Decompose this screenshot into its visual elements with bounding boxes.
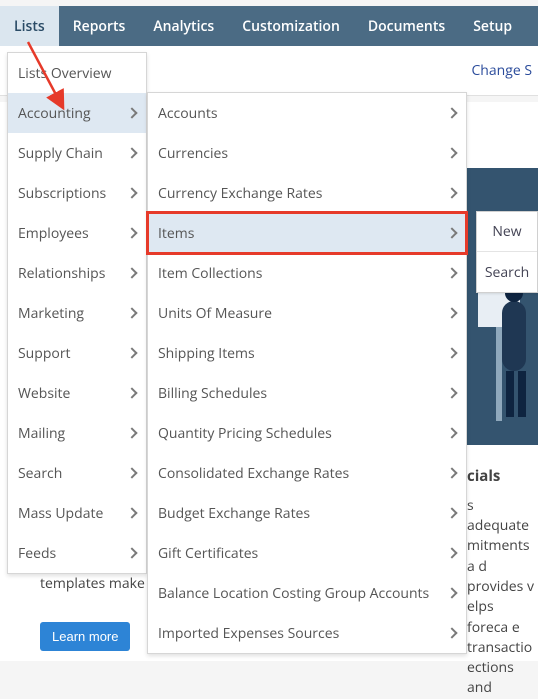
menu-item-label: Imported Expenses Sources (158, 624, 339, 643)
change-link[interactable]: Change S (471, 61, 532, 80)
chevron-right-icon (126, 467, 137, 478)
side-search[interactable]: Search (477, 252, 537, 292)
submenu-balance-location-costing[interactable]: Balance Location Costing Group Accounts (148, 573, 466, 613)
menu-item-label: Accounts (158, 104, 218, 123)
nav-lists[interactable]: Lists (0, 6, 59, 46)
chevron-right-icon (126, 387, 137, 398)
chevron-right-icon (126, 147, 137, 158)
chevron-right-icon (126, 547, 137, 558)
submenu-billing-schedules[interactable]: Billing Schedules (148, 373, 466, 413)
submenu-item-collections[interactable]: Item Collections (148, 253, 466, 293)
menu-item-label: Billing Schedules (158, 384, 267, 403)
menu-item-label: Gift Certificates (158, 544, 258, 563)
chevron-right-icon (446, 387, 457, 398)
chevron-right-icon (126, 347, 137, 358)
menu-accounting[interactable]: Accounting (8, 93, 146, 133)
nav-setup[interactable]: Setup (459, 6, 526, 46)
menu-relationships[interactable]: Relationships (8, 253, 146, 293)
chevron-right-icon (446, 267, 457, 278)
fin-card-body: s adequate mitments a d provides v elps … (467, 496, 538, 699)
menu-mailing[interactable]: Mailing (8, 413, 146, 453)
chevron-right-icon (126, 427, 137, 438)
chevron-right-icon (446, 347, 457, 358)
menu-feeds[interactable]: Feeds (8, 533, 146, 573)
menu-item-label: Feeds (18, 544, 56, 563)
chevron-right-icon (126, 307, 137, 318)
chevron-right-icon (126, 227, 137, 238)
chevron-right-icon (126, 507, 137, 518)
submenu-items[interactable]: Items (148, 213, 466, 253)
submenu-accounts[interactable]: Accounts (148, 93, 466, 133)
chevron-right-icon (446, 627, 457, 638)
submenu-currencies[interactable]: Currencies (148, 133, 466, 173)
menu-item-label: Search (18, 464, 62, 483)
submenu-consolidated-exchange-rates[interactable]: Consolidated Exchange Rates (148, 453, 466, 493)
menu-item-label: Relationships (18, 264, 105, 283)
chevron-right-icon (446, 547, 457, 558)
menu-item-label: Lists Overview (18, 64, 112, 83)
chevron-right-icon (446, 587, 457, 598)
side-panel: New Search (476, 211, 538, 293)
menu-item-label: Balance Location Costing Group Accounts (158, 584, 429, 603)
menu-item-label: Items (158, 224, 194, 243)
chevron-right-icon (446, 467, 457, 478)
chevron-right-icon (446, 507, 457, 518)
menu-item-label: Shipping Items (158, 344, 255, 363)
menu-item-label: Currency Exchange Rates (158, 184, 322, 203)
submenu-units-of-measure[interactable]: Units Of Measure (148, 293, 466, 333)
nav-reports[interactable]: Reports (59, 6, 140, 46)
accounting-submenu: Accounts Currencies Currency Exchange Ra… (147, 92, 467, 654)
chevron-right-icon (126, 267, 137, 278)
menu-support[interactable]: Support (8, 333, 146, 373)
nav-analytics[interactable]: Analytics (139, 6, 228, 46)
submenu-imported-expenses-sources[interactable]: Imported Expenses Sources (148, 613, 466, 653)
menu-item-label: Item Collections (158, 264, 262, 283)
menu-employees[interactable]: Employees (8, 213, 146, 253)
menu-lists-overview[interactable]: Lists Overview (8, 53, 146, 93)
menu-search[interactable]: Search (8, 453, 146, 493)
chevron-right-icon (446, 307, 457, 318)
menu-supply-chain[interactable]: Supply Chain (8, 133, 146, 173)
side-new[interactable]: New (477, 212, 537, 252)
menu-mass-update[interactable]: Mass Update (8, 493, 146, 533)
fin-card: cials s adequate mitments a d provides v… (467, 466, 538, 699)
menu-website[interactable]: Website (8, 373, 146, 413)
submenu-budget-exchange-rates[interactable]: Budget Exchange Rates (148, 493, 466, 533)
menu-subscriptions[interactable]: Subscriptions (8, 173, 146, 213)
nav-documents[interactable]: Documents (354, 6, 459, 46)
menu-item-label: Support (18, 344, 71, 363)
lists-menu: Lists Overview Accounting Supply Chain S… (7, 52, 147, 574)
menu-item-label: Employees (18, 224, 89, 243)
chevron-right-icon (126, 107, 137, 118)
fin-card-title: cials (467, 466, 538, 488)
menu-item-label: Subscriptions (18, 184, 106, 203)
chevron-right-icon (446, 187, 457, 198)
menu-item-label: Accounting (18, 104, 91, 123)
submenu-gift-certificates[interactable]: Gift Certificates (148, 533, 466, 573)
learn-more-button[interactable]: Learn more (40, 622, 130, 651)
chevron-right-icon (446, 227, 457, 238)
menu-item-label: Consolidated Exchange Rates (158, 464, 349, 483)
menu-item-label: Marketing (18, 304, 84, 323)
menu-item-label: Currencies (158, 144, 228, 163)
menu-marketing[interactable]: Marketing (8, 293, 146, 333)
menu-item-label: Mass Update (18, 504, 103, 523)
nav-customization[interactable]: Customization (228, 6, 354, 46)
menu-item-label: Mailing (18, 424, 65, 443)
chevron-right-icon (446, 107, 457, 118)
menu-item-label: Units Of Measure (158, 304, 272, 323)
chevron-right-icon (446, 427, 457, 438)
chevron-right-icon (126, 187, 137, 198)
menu-item-label: Website (18, 384, 70, 403)
submenu-currency-exchange-rates[interactable]: Currency Exchange Rates (148, 173, 466, 213)
menu-item-label: Budget Exchange Rates (158, 504, 310, 523)
menu-item-label: Supply Chain (18, 144, 103, 163)
chevron-right-icon (446, 147, 457, 158)
submenu-shipping-items[interactable]: Shipping Items (148, 333, 466, 373)
top-nav: Lists Reports Analytics Customization Do… (0, 6, 538, 46)
menu-item-label: Quantity Pricing Schedules (158, 424, 332, 443)
submenu-quantity-pricing-schedules[interactable]: Quantity Pricing Schedules (148, 413, 466, 453)
